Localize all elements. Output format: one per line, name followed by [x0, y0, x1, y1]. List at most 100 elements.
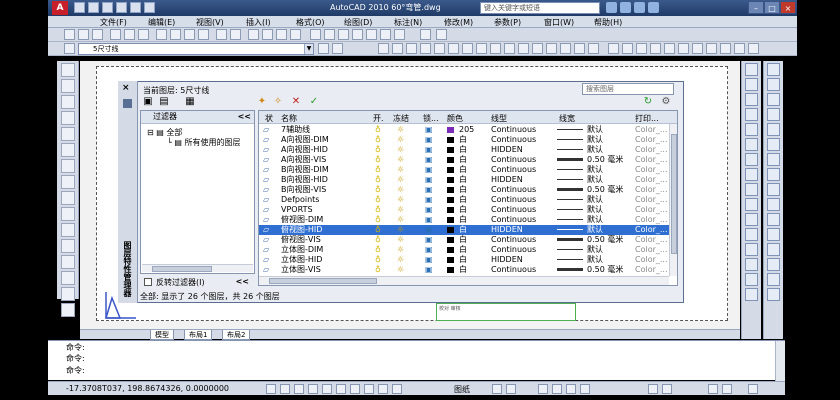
mirror-icon[interactable] — [420, 43, 431, 54]
polar-toggle-icon[interactable] — [308, 384, 318, 394]
circle-icon[interactable] — [60, 159, 75, 173]
sun-icon[interactable]: ☼ — [397, 225, 404, 235]
layer-lineweight[interactable]: 默认 — [587, 195, 603, 205]
mirror-icon[interactable] — [745, 93, 758, 106]
stretch-icon[interactable] — [490, 43, 501, 54]
scroll-thumb[interactable] — [152, 266, 212, 272]
layer-row[interactable]: ▱ 俯视图-VIS ♁ ☼ ▣ 白 Continuous 0.50 毫米 Color_... — [259, 235, 669, 245]
help-icon[interactable] — [648, 2, 659, 13]
annotation-visibility-icon[interactable] — [662, 384, 672, 394]
layer-name[interactable]: 俯视图-DIM — [281, 215, 323, 225]
color-swatch[interactable] — [447, 127, 454, 133]
continue-dim-icon[interactable] — [692, 43, 703, 54]
menu-draw[interactable]: 绘图(D) — [344, 17, 372, 28]
trim-icon[interactable] — [745, 198, 758, 211]
workspace-switch-icon[interactable] — [708, 384, 718, 394]
layer-color[interactable]: 白 — [459, 145, 467, 155]
layer-color[interactable]: 白 — [459, 265, 467, 275]
command-scrollbar[interactable] — [775, 341, 785, 381]
lightbulb-icon[interactable]: ♁ — [375, 225, 381, 235]
snap-from-icon[interactable] — [767, 78, 780, 91]
layer-row[interactable]: ▱ Defpoints ♁ ☼ ▣ 白 Continuous 默认 Color_... — [259, 195, 669, 205]
sheetset-icon[interactable] — [352, 29, 363, 40]
new-layer-icon[interactable]: ✦ — [256, 96, 268, 108]
close-icon[interactable]: × — [122, 83, 130, 93]
lightbulb-icon[interactable]: ♁ — [375, 165, 381, 175]
paste-icon[interactable] — [184, 29, 195, 40]
layer-color[interactable]: 白 — [459, 255, 467, 265]
set-current-icon[interactable]: ✓ — [308, 96, 320, 108]
center-mark-icon[interactable] — [720, 43, 731, 54]
color-swatch[interactable] — [447, 227, 454, 233]
menu-view[interactable]: 视图(V) — [196, 17, 224, 28]
unlock-icon[interactable]: ▣ — [425, 145, 433, 155]
otrack-toggle-icon[interactable] — [336, 384, 346, 394]
snap-none-icon[interactable] — [767, 288, 780, 301]
publish-icon[interactable] — [138, 29, 149, 40]
new-group-filter-icon[interactable]: ▤ — [158, 96, 170, 108]
lightbulb-icon[interactable]: ♁ — [375, 185, 381, 195]
sun-icon[interactable]: ☼ — [397, 135, 404, 145]
fillet-icon[interactable] — [574, 43, 585, 54]
undo-icon[interactable] — [116, 2, 127, 13]
layer-color[interactable]: 白 — [459, 135, 467, 145]
temp-track-icon[interactable] — [767, 63, 780, 76]
chevron-down-icon[interactable]: ▼ — [304, 44, 313, 54]
save-icon[interactable] — [92, 29, 103, 40]
polygon-icon[interactable] — [60, 111, 75, 125]
menu-edit[interactable]: 编辑(E) — [148, 17, 175, 28]
col-freeze[interactable]: 冻结 — [393, 113, 409, 124]
layer-color[interactable]: 白 — [459, 245, 467, 255]
layer-color[interactable]: 白 — [459, 185, 467, 195]
color-swatch[interactable] — [447, 177, 454, 183]
array-icon[interactable] — [448, 43, 459, 54]
rotate-icon[interactable] — [745, 153, 758, 166]
sun-icon[interactable]: ☼ — [397, 265, 404, 275]
model-paper-toggle[interactable]: 图纸 — [454, 384, 470, 395]
snap-nearest-icon[interactable] — [767, 273, 780, 286]
layer-plot-style[interactable]: Color_... — [635, 155, 668, 165]
linear-dim-icon[interactable] — [608, 43, 619, 54]
menu-modify[interactable]: 修改(M) — [444, 17, 473, 28]
snap-quadrant-icon[interactable] — [767, 183, 780, 196]
break-icon[interactable] — [745, 228, 758, 241]
color-swatch[interactable] — [447, 207, 454, 213]
layer-linetype[interactable]: HIDDEN — [491, 255, 523, 265]
layer-name[interactable]: VPORTS — [281, 205, 313, 215]
layer-plot-style[interactable]: Color_... — [635, 145, 668, 155]
qp-toggle-icon[interactable] — [392, 384, 402, 394]
layer-linetype[interactable]: HIDDEN — [491, 225, 523, 235]
layer-row[interactable]: ▱ A向视图-VIS ♁ ☼ ▣ 白 Continuous 0.50 毫米 Color_... — [259, 155, 669, 165]
sun-icon[interactable]: ☼ — [397, 245, 404, 255]
rectangle-icon[interactable] — [60, 127, 75, 141]
help-search-input[interactable]: 键入关键字或短语 — [480, 2, 600, 14]
color-swatch[interactable] — [447, 217, 454, 223]
snap-parallel-icon[interactable] — [767, 228, 780, 241]
sun-icon[interactable]: ☼ — [397, 215, 404, 225]
sun-icon[interactable]: ☼ — [397, 255, 404, 265]
angular-dim-icon[interactable] — [664, 43, 675, 54]
help-icon[interactable] — [394, 29, 405, 40]
maximize-button[interactable]: □ — [764, 1, 780, 14]
layer-color[interactable]: 白 — [459, 155, 467, 165]
layer-linetype[interactable]: Continuous — [491, 235, 536, 245]
dim-update-icon[interactable] — [748, 43, 759, 54]
star-icon[interactable] — [620, 2, 631, 13]
lightbulb-icon[interactable]: ♁ — [375, 125, 381, 135]
layer-name[interactable]: A向视图-VIS — [281, 155, 326, 165]
baseline-dim-icon[interactable] — [678, 43, 689, 54]
tab-model[interactable]: 模型 — [150, 330, 174, 340]
layer-lineweight[interactable]: 默认 — [587, 135, 603, 145]
layer-row[interactable]: ▱ B向视图-DIM ♁ ☼ ▣ 白 Continuous 默认 Color_... — [259, 165, 669, 175]
communication-icon[interactable] — [634, 2, 645, 13]
menu-help[interactable]: 帮助(H) — [594, 17, 622, 28]
color-swatch[interactable] — [447, 167, 454, 173]
command-prompt[interactable]: 命令: — [66, 365, 85, 376]
snap-apparent-icon[interactable] — [767, 138, 780, 151]
lightbulb-icon[interactable]: ♁ — [375, 265, 381, 275]
insert-block-icon[interactable] — [60, 223, 75, 237]
unlock-icon[interactable]: ▣ — [425, 225, 433, 235]
unlock-icon[interactable]: ▣ — [425, 135, 433, 145]
layer-lineweight[interactable]: 默认 — [587, 245, 603, 255]
array-icon[interactable] — [745, 123, 758, 136]
